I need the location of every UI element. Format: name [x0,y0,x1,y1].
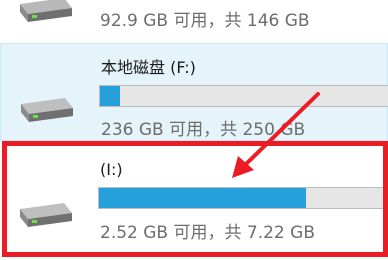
red-arrow-icon [232,92,320,178]
